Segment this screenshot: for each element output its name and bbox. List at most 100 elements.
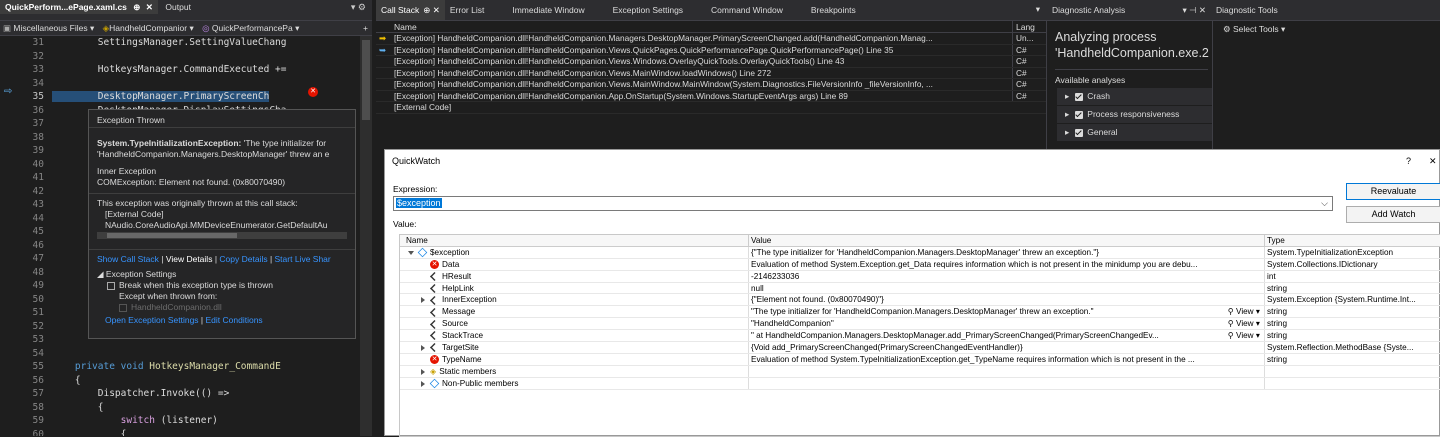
analysis-item[interactable]: ▸ Process responsiveness (1057, 106, 1212, 123)
col-lang[interactable]: Lang (1012, 21, 1035, 33)
expand-icon[interactable] (406, 247, 416, 258)
dll-checkbox[interactable] (119, 303, 127, 312)
expand-icon[interactable] (418, 378, 428, 389)
collapse-icon[interactable]: ◢ (97, 269, 104, 279)
copy-details-link[interactable]: Copy Details (219, 254, 267, 264)
code-line[interactable]: 57 Dispatcher.Invoke(() => (0, 387, 360, 401)
show-call-stack-link[interactable]: Show Call Stack (97, 254, 159, 264)
watch-value-cell[interactable]: null (748, 282, 1263, 294)
close-icon[interactable]: ✕ (146, 2, 153, 12)
tab-call-stack[interactable]: Call Stack ⊕ ✕ (376, 0, 445, 20)
watch-row[interactable]: StackTrace " at HandheldCompanion.Manager… (400, 330, 1440, 343)
col-name[interactable]: Name (394, 21, 417, 33)
tab-dropdown-icon[interactable]: ▾ (1036, 4, 1040, 15)
col-type-header[interactable]: Type (1264, 235, 1440, 246)
watch-row[interactable]: HelpLink null string (400, 282, 1440, 295)
watch-value-cell[interactable] (748, 377, 1263, 389)
analysis-checkbox[interactable] (1075, 92, 1084, 101)
analysis-item[interactable]: ▸ General (1057, 124, 1212, 141)
expression-input[interactable]: $exception ⌵ (393, 196, 1333, 211)
view-button[interactable]: ⚲ View ▾ (1223, 306, 1260, 318)
code-line[interactable]: 60 { (0, 428, 360, 437)
code-line[interactable]: 34 (0, 77, 360, 91)
callstack-row[interactable]: [Exception] HandheldCompanion.dll!Handhe… (376, 56, 1046, 68)
watch-row[interactable]: Non-Public members (400, 377, 1440, 390)
tab-breakpoints[interactable]: Breakpoints (806, 0, 861, 20)
code-line[interactable]: 59 switch (listener) (0, 414, 360, 428)
code-line[interactable]: 33 HotkeysManager.CommandExecuted += (0, 63, 360, 77)
chevron-down-icon[interactable]: ⌵ (1321, 197, 1328, 210)
watch-value-cell[interactable]: Evaluation of method System.Exception.ge… (748, 258, 1263, 270)
split-icon[interactable]: + (363, 21, 368, 35)
code-line[interactable]: 32 (0, 50, 360, 64)
editor-scrollbar[interactable] (360, 36, 372, 436)
watch-row[interactable]: InnerException {"Element not found. (0x80… (400, 294, 1440, 307)
callstack-row[interactable]: [Exception] HandheldCompanion.dll!Handhe… (376, 90, 1046, 102)
watch-row[interactable]: ✕ Data Evaluation of method System.Excepti… (400, 258, 1440, 271)
callstack-row[interactable]: ➥ [Exception] HandheldCompanion.dll!Handh… (376, 44, 1046, 56)
expand-icon[interactable] (418, 294, 428, 305)
add-watch-button[interactable]: Add Watch (1346, 206, 1440, 223)
analysis-checkbox[interactable] (1075, 128, 1084, 137)
callstack-row[interactable]: [Exception] HandheldCompanion.dll!Handhe… (376, 79, 1046, 91)
col-name-header[interactable]: Name (406, 235, 746, 246)
analysis-checkbox[interactable] (1075, 110, 1084, 119)
tab-command-window[interactable]: Command Window (706, 0, 788, 20)
code-line[interactable]: 56 { (0, 374, 360, 388)
watch-value-cell[interactable]: -2146233036 (748, 270, 1263, 282)
code-line[interactable]: 54 (0, 347, 360, 361)
watch-value-cell[interactable]: {"The type initializer for 'HandheldComp… (748, 246, 1263, 258)
pin-icon[interactable]: ⊕ (133, 2, 140, 12)
chevron-down-icon[interactable]: ▾ (1254, 319, 1260, 328)
chevron-down-icon[interactable]: ▾ (1254, 331, 1260, 340)
watch-row[interactable]: HResult -2146233036 int (400, 270, 1440, 283)
code-line[interactable]: 55 private void HotkeysManager_CommandE (0, 360, 360, 374)
watch-value-cell[interactable] (748, 365, 1263, 377)
expand-icon[interactable] (418, 366, 428, 377)
start-live-share-link[interactable]: Start Live Shar (275, 254, 331, 264)
tab-immediate-window[interactable]: Immediate Window (507, 0, 589, 20)
nav-project-dropdown[interactable]: ▣ Miscellaneous Files ▾ (0, 23, 94, 33)
break-checkbox[interactable] (107, 281, 115, 290)
view-button[interactable]: ⚲ View ▾ (1223, 318, 1260, 330)
callstack-row[interactable]: [Exception] HandheldCompanion.dll!Handhe… (376, 67, 1046, 79)
watch-value-cell[interactable]: {Void add_PrimaryScreenChanged(PrimarySc… (748, 342, 1263, 353)
watch-value-cell[interactable]: Evaluation of method System.TypeInitiali… (748, 353, 1263, 365)
view-details-link[interactable]: View Details (166, 254, 213, 264)
expand-icon[interactable] (418, 342, 428, 353)
edit-conditions-link[interactable]: Edit Conditions (206, 315, 263, 325)
open-exception-settings-link[interactable]: Open Exception Settings (105, 315, 199, 325)
code-line[interactable]: 31 SettingsManager.SettingValueChang (0, 36, 360, 50)
diag-window-controls-icon[interactable]: ▾ ⊣ ✕ (1182, 0, 1206, 20)
tab-exception-settings[interactable]: Exception Settings (608, 0, 688, 20)
chevron-down-icon[interactable]: ▾ (1254, 307, 1260, 316)
reevaluate-button[interactable]: Reevaluate (1346, 183, 1440, 200)
watch-value-cell[interactable]: "HandheldCompanion" ⚲ View ▾ (748, 318, 1263, 330)
col-value-header[interactable]: Value (748, 235, 1263, 246)
code-line[interactable]: 35 DesktopManager.PrimaryScreenCh (0, 90, 360, 104)
watch-value-cell[interactable]: {"Element not found. (0x80070490)"} (748, 294, 1263, 306)
tools-tab[interactable]: Diagnostic Tools (1212, 0, 1440, 21)
callstack-row[interactable]: [External Code] (376, 102, 1046, 114)
watch-row[interactable]: TargetSite {Void add_PrimaryScreenChanged… (400, 342, 1440, 354)
watch-value-cell[interactable]: "The type initializer for 'HandheldCompa… (748, 306, 1263, 318)
overflow-icon[interactable]: ▾ ⚙ (351, 2, 366, 13)
callstack-row[interactable]: ➡ [Exception] HandheldCompanion.dll!Handh… (376, 33, 1046, 45)
watch-row[interactable]: Message "The type initializer for 'Handhe… (400, 306, 1440, 319)
code-line[interactable]: 58 { (0, 401, 360, 415)
tab-quickperformancepage[interactable]: QuickPerform...ePage.xaml.cs ⊕ ✕ (0, 0, 158, 14)
diag-tab[interactable]: Diagnostic Analysis ▾ ⊣ ✕ (1046, 0, 1212, 21)
watch-row[interactable]: ◈ Static members (400, 365, 1440, 378)
view-button[interactable]: ⚲ View ▾ (1223, 330, 1260, 342)
tab-error-list[interactable]: Error List (445, 0, 489, 20)
analysis-item[interactable]: ▸ Crash (1057, 88, 1212, 105)
nav-member-dropdown[interactable]: ◎ QuickPerformancePa ▾ (202, 23, 299, 33)
expand-icon[interactable]: ▸ (1065, 109, 1069, 119)
nav-class-dropdown[interactable]: ◈HandheldCompanior ▾ (103, 23, 194, 33)
popup-hscrollbar[interactable] (97, 232, 347, 239)
exception-error-icon[interactable]: ✕ (308, 87, 318, 97)
select-tools-button[interactable]: ⚙ Select Tools ▾ (1213, 21, 1440, 35)
watch-row[interactable]: ✕ TypeName Evaluation of method System.Typ… (400, 353, 1440, 366)
close-icon[interactable]: ✕ (1429, 150, 1437, 172)
expand-icon[interactable]: ▸ (1065, 127, 1069, 137)
